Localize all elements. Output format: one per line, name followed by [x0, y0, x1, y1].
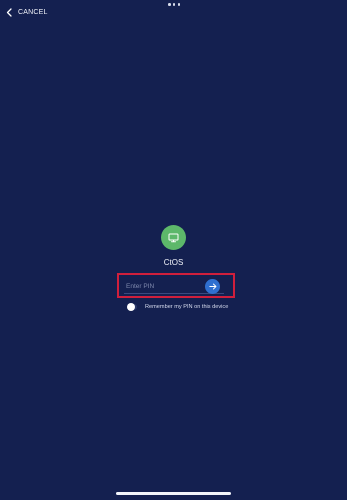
- cancel-label: CANCEL: [18, 8, 48, 16]
- app-name: CtOS: [163, 258, 184, 267]
- remember-pin-toggle[interactable]: [127, 303, 137, 311]
- more-options-icon[interactable]: [168, 3, 180, 7]
- remember-pin-row: Remember my PIN on this device: [127, 303, 228, 311]
- app-avatar: [161, 225, 186, 250]
- toggle-knob: [127, 303, 135, 311]
- dot: [177, 3, 180, 6]
- arrow-right-icon: [208, 283, 216, 290]
- chevron-left-icon: [6, 7, 12, 17]
- dot: [172, 3, 176, 6]
- remember-pin-label: Remember my PIN on this device: [145, 304, 229, 310]
- cancel-button[interactable]: CANCEL: [6, 6, 48, 18]
- submit-pin-button[interactable]: [205, 279, 220, 294]
- pin-input[interactable]: [126, 280, 200, 292]
- dot: [168, 3, 171, 6]
- monitor-icon: [168, 233, 179, 242]
- home-indicator[interactable]: [116, 492, 231, 495]
